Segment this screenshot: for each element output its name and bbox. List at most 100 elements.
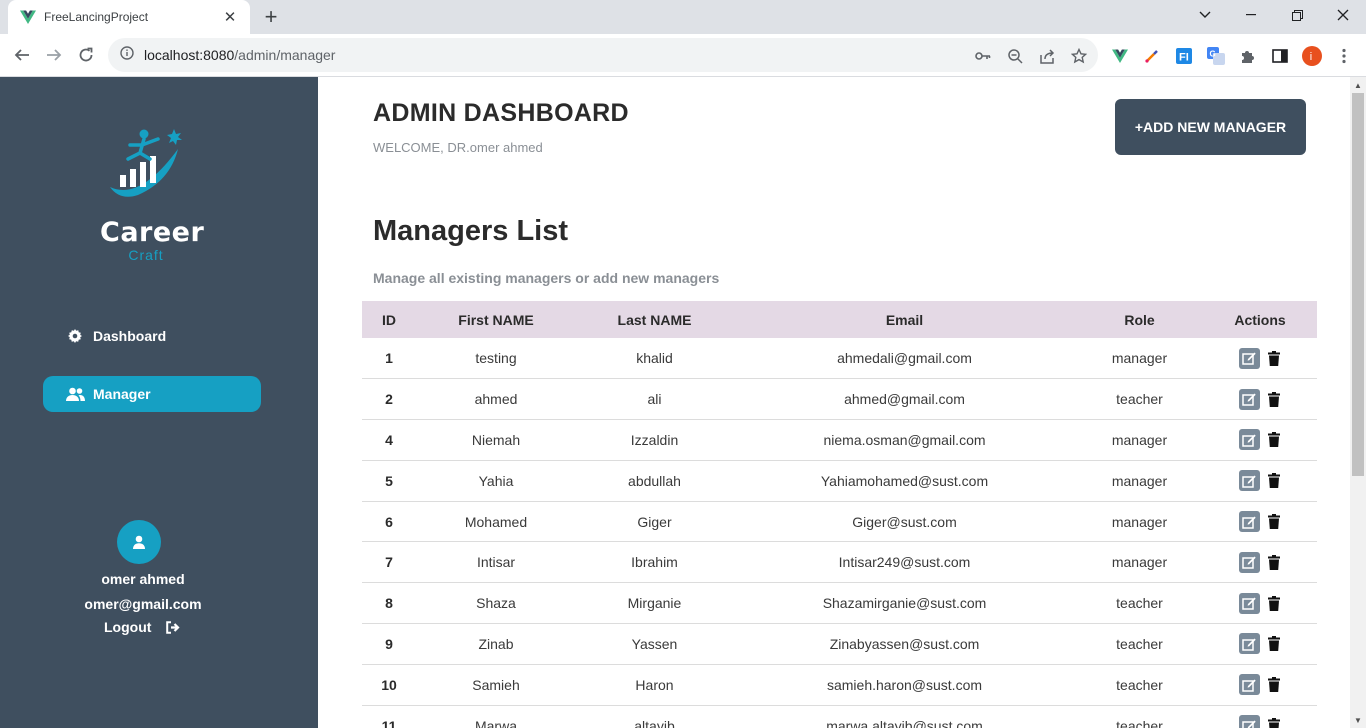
trash-icon[interactable] <box>1266 717 1282 728</box>
column-header-role: Role <box>1124 311 1155 328</box>
table-row: 4 Niemah Izzaldin niema.osman@gmail.com mana… <box>362 420 1317 461</box>
zoom-icon[interactable] <box>1006 47 1024 65</box>
browser-menu-icon[interactable] <box>1334 46 1354 66</box>
row-actions <box>1203 511 1317 533</box>
logo-text-main: Career <box>100 217 205 248</box>
cell-email: marwa.altayib@sust.com <box>826 717 983 728</box>
cell-id: 10 <box>381 676 397 693</box>
profile-avatar-icon[interactable]: i <box>1302 46 1322 66</box>
column-header-id: ID <box>382 311 396 328</box>
column-header-first-name: First NAME <box>458 311 534 328</box>
edit-icon[interactable] <box>1238 674 1260 696</box>
tab-close-icon[interactable]: ✕ <box>220 7 240 27</box>
side-panel-icon[interactable] <box>1270 46 1290 66</box>
scroll-up-arrow-icon[interactable]: ▲ <box>1350 77 1366 93</box>
key-icon[interactable] <box>974 47 992 65</box>
address-bar[interactable]: localhost:8080/admin/manager <box>108 38 1098 72</box>
tab-title: FreeLancingProject <box>44 10 149 24</box>
cell-first-name: ahmed <box>474 391 518 408</box>
share-icon[interactable] <box>1038 47 1056 65</box>
cell-role: teacher <box>1116 391 1163 408</box>
trash-icon[interactable] <box>1266 349 1282 367</box>
gear-icon <box>65 329 85 343</box>
cell-actions <box>1203 460 1317 501</box>
cell-actions <box>1203 379 1317 420</box>
edit-icon[interactable] <box>1238 511 1260 533</box>
cell-first-name: Mohamed <box>464 513 528 530</box>
add-new-manager-button[interactable]: +ADD NEW MANAGER <box>1115 99 1306 155</box>
url-path: /admin/manager <box>234 47 336 63</box>
cell-id: 11 <box>381 717 397 728</box>
font-extension-icon[interactable]: FI <box>1174 46 1194 66</box>
edit-icon[interactable] <box>1238 551 1260 573</box>
row-actions <box>1203 551 1317 573</box>
translate-icon[interactable]: G <box>1206 46 1226 66</box>
trash-icon[interactable] <box>1266 431 1282 449</box>
sidebar-item-manager[interactable]: Manager <box>43 376 261 412</box>
trash-icon[interactable] <box>1266 676 1282 694</box>
cell-actions <box>1203 338 1317 379</box>
edit-icon[interactable] <box>1238 470 1260 492</box>
scrollbar-thumb[interactable] <box>1352 93 1364 476</box>
sidebar-item-dashboard[interactable]: Dashboard <box>43 318 261 354</box>
cell-first-name: Marwa <box>474 717 517 728</box>
minimize-button[interactable] <box>1228 0 1274 30</box>
edit-icon[interactable] <box>1238 429 1260 451</box>
cell-last-name: Yassen <box>631 635 678 652</box>
bookmark-star-icon[interactable] <box>1070 47 1088 65</box>
cell-id: 2 <box>385 391 393 408</box>
cell-last-name: altayib <box>634 717 675 728</box>
row-actions <box>1203 633 1317 655</box>
url-text: localhost:8080/admin/manager <box>144 47 335 63</box>
vue-devtools-icon[interactable] <box>1110 46 1130 66</box>
cell-first-name: Niemah <box>471 431 521 448</box>
cell-last-name: Mirganie <box>627 595 682 612</box>
edit-icon[interactable] <box>1238 347 1260 369</box>
edit-icon[interactable] <box>1238 633 1260 655</box>
cell-last-name: Izzaldin <box>630 431 679 448</box>
table-row: 7 Intisar Ibrahim Intisar249@sust.com manage… <box>362 542 1317 583</box>
color-picker-icon[interactable] <box>1142 46 1162 66</box>
trash-icon[interactable] <box>1266 513 1282 531</box>
trash-icon[interactable] <box>1266 635 1282 653</box>
cell-first-name: Yahia <box>478 472 514 489</box>
row-actions <box>1203 470 1317 492</box>
row-actions <box>1203 592 1317 614</box>
svg-text:FI: FI <box>1179 52 1189 64</box>
table-row: 2 ahmed ali ahmed@gmail.com teacher <box>362 379 1317 420</box>
tab-search-icon[interactable] <box>1182 0 1228 30</box>
column-header-actions: Actions <box>1234 311 1286 328</box>
trash-icon[interactable] <box>1266 390 1282 408</box>
row-actions <box>1203 388 1317 410</box>
edit-icon[interactable] <box>1238 388 1260 410</box>
cell-role: manager <box>1111 350 1168 367</box>
forward-button[interactable] <box>40 41 68 69</box>
trash-icon[interactable] <box>1266 594 1282 612</box>
back-button[interactable] <box>8 41 36 69</box>
row-actions <box>1203 347 1317 369</box>
user-icon <box>133 535 145 549</box>
edit-icon[interactable] <box>1238 715 1260 728</box>
new-tab-button[interactable]: + <box>258 4 284 30</box>
cell-email: Yahiamohamed@sust.com <box>820 472 989 489</box>
table-body: 1 testing khalid ahmedali@gmail.com manager 2… <box>362 338 1317 728</box>
cell-email: ahmed@gmail.com <box>844 391 965 408</box>
cell-last-name: khalid <box>636 350 673 367</box>
trash-icon[interactable] <box>1266 472 1282 490</box>
close-window-button[interactable] <box>1320 0 1366 30</box>
scroll-down-arrow-icon[interactable]: ▼ <box>1350 712 1366 728</box>
table-row: 5 Yahia abdullah Yahiamohamed@sust.com manag… <box>362 460 1317 502</box>
edit-icon[interactable] <box>1238 592 1260 614</box>
cell-role: teacher <box>1116 635 1163 652</box>
browser-tab[interactable]: FreeLancingProject ✕ <box>8 0 250 34</box>
trash-icon[interactable] <box>1266 553 1282 571</box>
logout-button[interactable]: Logout <box>104 619 180 635</box>
svg-text:G: G <box>1210 50 1216 59</box>
site-info-icon[interactable] <box>120 45 134 65</box>
reload-button[interactable] <box>72 41 100 69</box>
cell-id: 5 <box>385 472 393 489</box>
cell-role: manager <box>1111 472 1168 489</box>
restore-button[interactable] <box>1274 0 1320 30</box>
page-scrollbar[interactable]: ▲ ▼ <box>1350 77 1366 728</box>
extensions-puzzle-icon[interactable] <box>1238 46 1258 66</box>
